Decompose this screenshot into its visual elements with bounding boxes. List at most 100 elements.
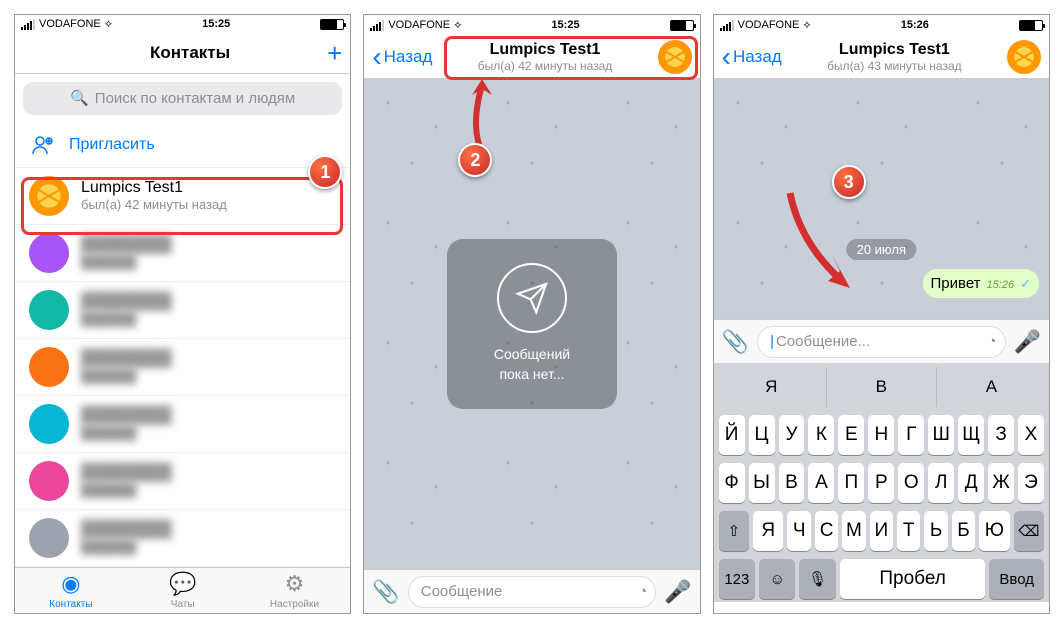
message-input[interactable]: |Сообщение...◔	[757, 326, 1006, 358]
input-placeholder: Сообщение...	[776, 333, 870, 350]
empty-text-2: пока нет...	[499, 366, 564, 382]
back-button[interactable]: Назад	[722, 43, 782, 71]
key-letter[interactable]: Щ	[958, 415, 984, 455]
key-letter[interactable]: М	[842, 511, 865, 551]
add-contact-button[interactable]: +	[327, 38, 342, 69]
key-letter[interactable]: Ю	[979, 511, 1009, 551]
key-letter[interactable]: В	[779, 463, 805, 503]
key-letter[interactable]: Н	[868, 415, 894, 455]
contact-row-blurred[interactable]: ██████████████	[15, 453, 350, 510]
key-letter[interactable]: Ф	[719, 463, 745, 503]
space-key[interactable]: Пробел	[840, 559, 986, 599]
key-letter[interactable]: Я	[753, 511, 783, 551]
kbd-row-2: ФЫВАПРОЛДЖЭ	[717, 463, 1046, 503]
back-button[interactable]: Назад	[372, 43, 432, 71]
key-letter[interactable]: Б	[952, 511, 975, 551]
key-letter[interactable]: Э	[1018, 463, 1044, 503]
mic-icon[interactable]: 🎤	[664, 579, 691, 605]
contact-row-blurred[interactable]: ██████████████	[15, 396, 350, 453]
attach-icon[interactable]: 📎	[372, 579, 399, 605]
avatar-icon	[29, 176, 69, 216]
message-input[interactable]: Сообщение◔	[408, 576, 657, 608]
search-input[interactable]: 🔍 Поиск по контактам и людям	[23, 82, 342, 115]
key-letter[interactable]: И	[870, 511, 893, 551]
enter-key[interactable]: Ввод	[989, 559, 1044, 599]
carrier: VODAFONE	[39, 18, 101, 30]
back-label: Назад	[384, 47, 433, 67]
contact-row-blurred[interactable]: ██████████████	[15, 510, 350, 567]
tab-label: Чаты	[171, 599, 195, 610]
contact-row-blurred[interactable]: ██████████████	[15, 282, 350, 339]
attach-icon[interactable]: 📎	[722, 329, 749, 355]
key-letter[interactable]: Ч	[787, 511, 810, 551]
key-letter[interactable]: Е	[838, 415, 864, 455]
key-letter[interactable]: У	[779, 415, 805, 455]
suggestion[interactable]: Я	[717, 367, 827, 407]
nav-header: Контакты +	[15, 33, 350, 74]
signal-icon	[21, 19, 35, 30]
chat-avatar[interactable]	[1007, 40, 1041, 74]
key-letter[interactable]: Й	[719, 415, 745, 455]
emoji-key[interactable]: ☺	[759, 559, 795, 599]
screen-chat-with-keyboard: VODAFONE⟡ 15:26 Назад Lumpics Test1 был(…	[713, 14, 1050, 614]
contacts-icon: ◉	[61, 571, 80, 597]
mic-icon[interactable]: 🎤	[1014, 329, 1041, 355]
empty-text-1: Сообщений	[494, 346, 570, 362]
key-letter[interactable]: Л	[928, 463, 954, 503]
clock: 15:25	[112, 18, 320, 30]
suggestion[interactable]: В	[827, 367, 937, 407]
key-letter[interactable]: Ш	[928, 415, 954, 455]
key-letter[interactable]: Ь	[924, 511, 947, 551]
keyboard-suggestions: Я В А	[717, 367, 1046, 407]
kbd-row-4: 123 ☺ 🎙 Пробел Ввод	[717, 559, 1046, 599]
wifi-icon: ⟡	[105, 18, 112, 31]
key-letter[interactable]: К	[808, 415, 834, 455]
battery-icon	[670, 20, 694, 31]
invite-button[interactable]: Пригласить	[15, 123, 350, 168]
avatar-icon	[29, 461, 69, 501]
key-letter[interactable]: Д	[958, 463, 984, 503]
key-letter[interactable]: Ц	[749, 415, 775, 455]
key-letter[interactable]: Р	[868, 463, 894, 503]
tab-contacts[interactable]: ◉Контакты	[15, 568, 127, 613]
outgoing-message[interactable]: Привет 15:26 ✓	[923, 269, 1039, 298]
status-bar: VODAFONE⟡ 15:26	[714, 15, 1049, 35]
key-letter[interactable]: О	[898, 463, 924, 503]
message-input-bar: 📎 |Сообщение...◔ 🎤	[714, 319, 1049, 363]
sticker-icon[interactable]: ◔	[988, 333, 997, 350]
tab-chats[interactable]: 💬 Чаты	[127, 568, 239, 613]
contact-row-blurred[interactable]: ██████████████	[15, 225, 350, 282]
key-letter[interactable]: Т	[897, 511, 920, 551]
key-letter[interactable]: П	[838, 463, 864, 503]
empty-chat-placeholder: Сообщений пока нет...	[447, 239, 617, 409]
key-letter[interactable]: С	[815, 511, 838, 551]
suggestion[interactable]: А	[937, 367, 1046, 407]
numbers-key[interactable]: 123	[719, 559, 755, 599]
nav-header: Назад Lumpics Test1 был(а) 43 минуты наз…	[714, 35, 1049, 79]
contact-row-main[interactable]: Lumpics Test1 был(а) 42 минуты назад	[15, 168, 350, 225]
avatar-icon	[29, 290, 69, 330]
avatar-icon	[29, 518, 69, 558]
chat-title-block[interactable]: Lumpics Test1 был(а) 42 минуты назад	[432, 41, 657, 73]
chat-avatar[interactable]	[658, 40, 692, 74]
key-letter[interactable]: Х	[1018, 415, 1044, 455]
invite-label: Пригласить	[69, 136, 155, 154]
key-letter[interactable]: З	[988, 415, 1014, 455]
key-letter[interactable]: Ы	[749, 463, 775, 503]
status-bar: VODAFONE ⟡ 15:25	[15, 15, 350, 33]
key-letter[interactable]: Г	[898, 415, 924, 455]
tab-label: Настройки	[270, 599, 319, 610]
message-text: Привет	[931, 275, 981, 292]
backspace-key[interactable]: ⌫	[1014, 511, 1044, 551]
key-letter[interactable]: А	[808, 463, 834, 503]
kbd-row-1: ЙЦУКЕНГШЩЗХ	[717, 415, 1046, 455]
shift-key[interactable]: ⇧	[719, 511, 749, 551]
dictation-key[interactable]: 🎙	[799, 559, 835, 599]
sticker-icon[interactable]: ◔	[638, 583, 647, 600]
key-letter[interactable]: Ж	[988, 463, 1014, 503]
chats-icon: 💬	[169, 571, 196, 597]
contact-row-blurred[interactable]: ██████████████	[15, 339, 350, 396]
tab-settings[interactable]: ⚙Настройки	[239, 568, 351, 613]
status-bar: VODAFONE⟡ 15:25	[364, 15, 699, 35]
chat-title-block[interactable]: Lumpics Test1 был(а) 43 минуты назад	[782, 41, 1007, 73]
